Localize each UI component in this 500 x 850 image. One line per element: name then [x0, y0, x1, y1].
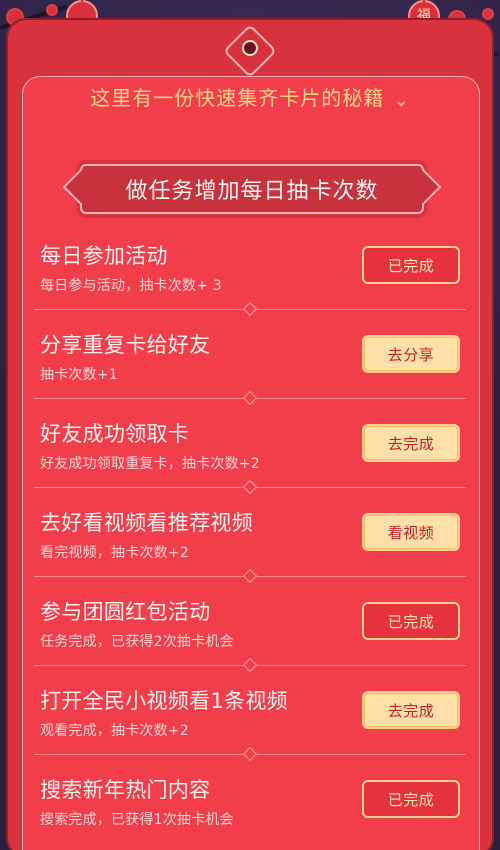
row-divider [34, 748, 466, 760]
task-title: 参与团圆红包活动 [40, 600, 211, 624]
task-row: 去好看视频看推荐视频 看完视频，抽卡次数+2 看视频 [34, 493, 466, 582]
task-subtitle: 观看完成，抽卡次数+2 [40, 723, 189, 739]
task-list: 每日参加活动 每日参与活动，抽卡次数+ 3 已完成 分享重复卡给好友 抽卡次数+… [34, 226, 466, 849]
row-divider [34, 481, 466, 493]
task-subtitle: 搜索完成，已获得1次抽卡机会 [40, 812, 234, 828]
complete-task-button[interactable]: 去完成 [362, 424, 460, 462]
row-divider [34, 303, 466, 315]
task-title: 打开全民小视频看1条视频 [40, 689, 288, 713]
row-divider [34, 570, 466, 582]
blossom-left-3 [46, 4, 58, 16]
task-subtitle: 抽卡次数+1 [40, 367, 118, 383]
task-status-button-completed[interactable]: 已完成 [362, 246, 460, 284]
task-row: 好友成功领取卡 好友成功领取重复卡，抽卡次数+2 去完成 [34, 404, 466, 493]
task-row: 分享重复卡给好友 抽卡次数+1 去分享 [34, 315, 466, 404]
watch-video-button[interactable]: 看视频 [362, 513, 460, 551]
task-title: 每日参加活动 [40, 244, 168, 268]
secret-tips-toggle[interactable]: 这里有一份快速集齐卡片的秘籍 ⌄ [0, 82, 500, 111]
task-status-button-completed[interactable]: 已完成 [362, 780, 460, 818]
task-title: 去好看视频看推荐视频 [40, 511, 253, 535]
task-title: 分享重复卡给好友 [40, 333, 211, 357]
task-row: 每日参加活动 每日参与活动，抽卡次数+ 3 已完成 [34, 226, 466, 315]
task-subtitle: 任务完成，已获得2次抽卡机会 [40, 634, 234, 650]
task-subtitle: 好友成功领取重复卡，抽卡次数+2 [40, 456, 260, 472]
task-row: 打开全民小视频看1条视频 观看完成，抽卡次数+2 去完成 [34, 671, 466, 760]
screen: 福 这里有一份快速集齐卡片的秘籍 ⌄ 做任务增加每日抽卡次数 每日参加活动 每日… [0, 0, 500, 850]
chevron-down-icon: ⌄ [393, 90, 410, 111]
section-title-ribbon: 做任务增加每日抽卡次数 [80, 164, 424, 214]
secret-tips-text: 这里有一份快速集齐卡片的秘籍 [90, 86, 385, 110]
task-subtitle: 看完视频，抽卡次数+2 [40, 545, 189, 561]
blossom-right-3 [482, 8, 494, 20]
row-divider [34, 392, 466, 404]
section-title: 做任务增加每日抽卡次数 [125, 179, 379, 204]
row-divider [34, 659, 466, 671]
card-notch [209, 24, 291, 78]
task-subtitle: 每日参与活动，抽卡次数+ 3 [40, 278, 222, 294]
complete-task-button[interactable]: 去完成 [362, 691, 460, 729]
task-title: 搜索新年热门内容 [40, 778, 211, 802]
share-button[interactable]: 去分享 [362, 335, 460, 373]
task-row: 参与团圆红包活动 任务完成，已获得2次抽卡机会 已完成 [34, 582, 466, 671]
task-row: 搜索新年热门内容 搜索完成，已获得1次抽卡机会 已完成 [34, 760, 466, 849]
task-status-button-completed[interactable]: 已完成 [362, 602, 460, 640]
notch-pin-icon [244, 42, 256, 54]
task-title: 好友成功领取卡 [40, 422, 190, 446]
